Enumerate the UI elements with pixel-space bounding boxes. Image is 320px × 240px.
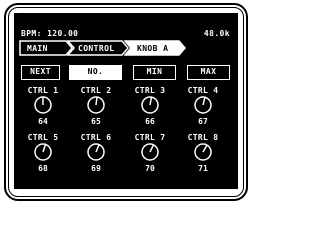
lcd-screen: BPM: 120.00 48.0k MAIN CONTROL KNOB A NE… bbox=[14, 13, 238, 189]
knob-ctrl-8[interactable]: CTRL 8 71 bbox=[183, 133, 223, 179]
knob-value: 64 bbox=[38, 117, 48, 126]
bpm-readout: BPM: 120.00 bbox=[21, 29, 79, 38]
knob-dial-icon bbox=[87, 143, 105, 161]
knob-label: CTRL 7 bbox=[134, 133, 166, 142]
sample-rate-readout: 48.0k bbox=[203, 29, 230, 38]
min-button[interactable]: MIN bbox=[133, 65, 176, 80]
knob-ctrl-7[interactable]: CTRL 7 70 bbox=[130, 133, 170, 179]
knob-value: 68 bbox=[38, 164, 48, 173]
knob-label: CTRL 4 bbox=[187, 86, 219, 95]
knob-label: CTRL 5 bbox=[27, 133, 59, 142]
no-button[interactable]: NO. bbox=[69, 65, 122, 80]
knob-label: CTRL 8 bbox=[187, 133, 219, 142]
knob-ctrl-6[interactable]: CTRL 6 69 bbox=[76, 133, 116, 179]
knob-dial-icon bbox=[34, 96, 52, 114]
knob-ctrl-1[interactable]: CTRL 1 64 bbox=[23, 86, 63, 132]
knob-label: CTRL 1 bbox=[27, 86, 59, 95]
breadcrumb-control[interactable]: CONTROL bbox=[67, 40, 129, 56]
knob-value: 66 bbox=[145, 117, 155, 126]
knob-dial-icon bbox=[194, 143, 212, 161]
knob-dial-icon bbox=[87, 96, 105, 114]
knob-dial-icon bbox=[141, 143, 159, 161]
knob-label: CTRL 3 bbox=[134, 86, 166, 95]
next-button[interactable]: NEXT bbox=[21, 65, 60, 80]
breadcrumb-main[interactable]: MAIN bbox=[19, 40, 73, 56]
knob-value: 71 bbox=[198, 164, 208, 173]
knob-ctrl-2[interactable]: CTRL 2 65 bbox=[76, 86, 116, 132]
knob-value: 69 bbox=[91, 164, 101, 173]
breadcrumb-knob-a[interactable]: KNOB A bbox=[124, 40, 186, 56]
knob-value: 65 bbox=[91, 117, 101, 126]
knob-ctrl-4[interactable]: CTRL 4 67 bbox=[183, 86, 223, 132]
breadcrumb-main-label: MAIN bbox=[27, 44, 48, 53]
knob-label: CTRL 6 bbox=[80, 133, 112, 142]
knob-value: 70 bbox=[145, 164, 155, 173]
knob-ctrl-5[interactable]: CTRL 5 68 bbox=[23, 133, 63, 179]
knob-dial-icon bbox=[141, 96, 159, 114]
knob-ctrl-3[interactable]: CTRL 3 66 bbox=[130, 86, 170, 132]
knob-dial-icon bbox=[194, 96, 212, 114]
breadcrumb-knob-a-label: KNOB A bbox=[137, 44, 169, 53]
knob-dial-icon bbox=[34, 143, 52, 161]
breadcrumb-control-label: CONTROL bbox=[78, 44, 115, 53]
knob-value: 67 bbox=[198, 117, 208, 126]
max-button[interactable]: MAX bbox=[187, 65, 230, 80]
knob-label: CTRL 2 bbox=[80, 86, 112, 95]
